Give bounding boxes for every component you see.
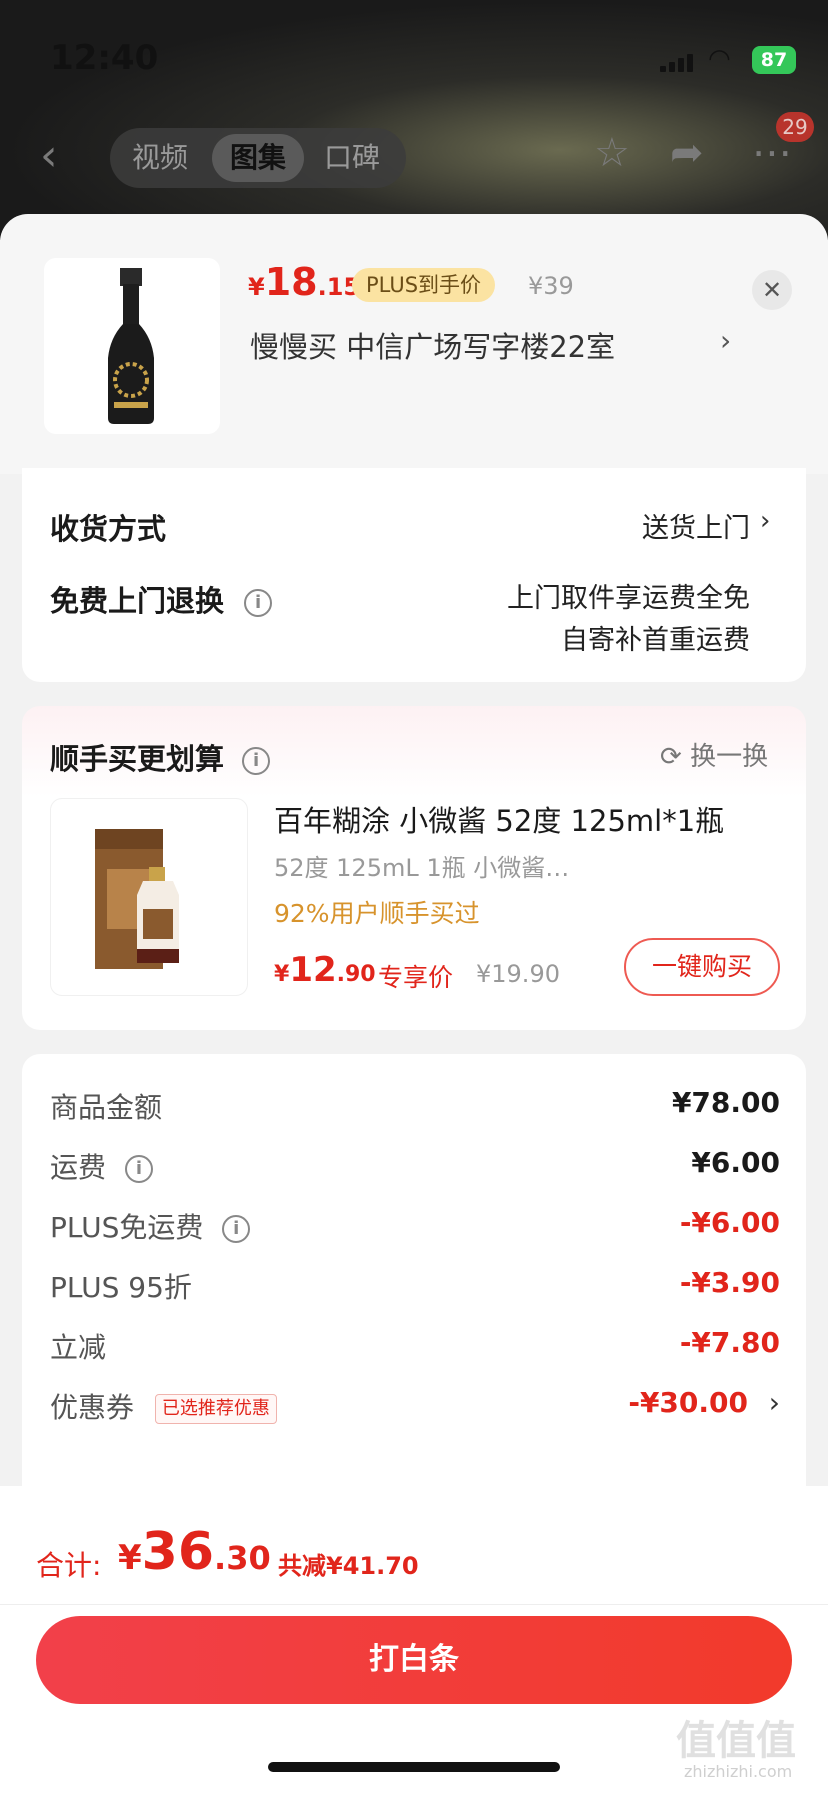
addon-purchase-rate: 92%用户顺手买过 xyxy=(274,899,480,928)
status-time: 12:40 xyxy=(50,38,159,78)
fee-label: 立减 xyxy=(50,1331,107,1364)
home-indicator[interactable] xyxy=(268,1762,560,1772)
tab-reviews[interactable]: 口碑 xyxy=(306,134,398,182)
chevron-right-icon[interactable]: › xyxy=(760,506,770,536)
back-icon[interactable]: ‹ xyxy=(40,130,58,181)
refresh-button[interactable]: ⟳ 换一换 xyxy=(660,736,768,773)
fee-row: 运费 i ¥6.00 xyxy=(50,1146,780,1186)
addon-card: 顺手买更划算 i ⟳ 换一换 百年糊涂 小微酱 52度 125ml*1瓶 52度… xyxy=(22,706,806,1030)
addon-product-spec: 52度 125mL 1瓶 小微酱… xyxy=(274,854,570,882)
share-icon[interactable]: ➦ xyxy=(670,130,704,176)
exclusive-price-label: 专享价 xyxy=(378,963,454,992)
addon-product-name[interactable]: 百年糊涂 小微酱 52度 125ml*1瓶 xyxy=(274,798,724,840)
watermark-logo: 值值值 xyxy=(676,1718,796,1764)
pay-button[interactable]: 打白条 xyxy=(36,1616,792,1704)
total-savings: 共减¥41.70 xyxy=(278,1552,419,1580)
free-return-label: 免费上门退换 i xyxy=(50,578,273,620)
info-icon[interactable]: i xyxy=(124,1155,153,1183)
fee-row: 商品金额 ¥78.00 xyxy=(50,1086,780,1126)
battery-icon: 87 xyxy=(752,46,796,74)
addon-original-price: ¥19.90 xyxy=(476,960,560,988)
star-icon[interactable]: ☆ xyxy=(594,130,630,176)
fee-row: PLUS 95折 -¥3.90 xyxy=(50,1266,780,1306)
fee-label: 运费 i xyxy=(50,1146,153,1186)
total-label: 合计: xyxy=(36,1549,102,1582)
delivery-card: 收货方式 送货上门 › 免费上门退换 i 上门取件享运费全免 自寄补首重运费 xyxy=(22,468,806,682)
fee-row: PLUS免运费 i -¥6.00 xyxy=(50,1206,780,1246)
coupon-tag: 已选推荐优惠 xyxy=(154,1394,277,1424)
return-line2: 自寄补首重运费 xyxy=(561,625,750,656)
delivery-address[interactable]: 慢慢买 中信广场写字楼22室 xyxy=(250,324,615,366)
chevron-right-icon[interactable]: › xyxy=(769,1386,780,1419)
chevron-right-icon[interactable]: › xyxy=(720,324,731,357)
product-summary: ¥18.15 PLUS到手价 ¥39 ✕ 慢慢买 中信广场写字楼22室 › xyxy=(0,214,828,474)
divider xyxy=(0,1604,828,1605)
coupon-row[interactable]: 优惠券 已选推荐优惠 -¥30.00 › xyxy=(50,1386,780,1426)
fee-amount: ¥78.00 xyxy=(671,1086,780,1119)
return-line1: 上门取件享运费全免 xyxy=(507,583,750,614)
addon-product-image[interactable] xyxy=(50,798,248,996)
fee-label: 优惠券 已选推荐优惠 xyxy=(50,1386,277,1426)
message-badge: 29 xyxy=(776,112,814,142)
fee-amount: ¥6.00 xyxy=(691,1146,780,1179)
fee-label: PLUS免运费 i xyxy=(50,1206,251,1246)
one-click-buy-button[interactable]: 一键购买 xyxy=(624,938,780,996)
tab-gallery[interactable]: 图集 xyxy=(212,134,304,182)
total-price: ¥36.30 xyxy=(118,1522,271,1582)
addon-price: ¥12.90 xyxy=(274,950,376,990)
product-thumbnail xyxy=(44,258,220,434)
addon-title: 顺手买更划算 i xyxy=(50,736,271,778)
info-icon[interactable]: i xyxy=(242,747,271,775)
product-price: ¥18.15 xyxy=(248,260,361,304)
fee-amount: -¥6.00 xyxy=(679,1206,780,1239)
fee-label: PLUS 95折 xyxy=(50,1271,192,1304)
wifi-icon: ◠ xyxy=(708,44,731,74)
checkout-bar: 合计: ¥36.30 共减¥41.70 打白条 值值值 zhizhizhi.co… xyxy=(0,1486,828,1793)
fee-row: 立减 -¥7.80 xyxy=(50,1326,780,1366)
fee-amount: -¥30.00 xyxy=(628,1386,748,1419)
signal-icon xyxy=(660,52,696,72)
original-price: ¥39 xyxy=(528,272,574,300)
delivery-method-label: 收货方式 xyxy=(50,512,167,546)
fee-amount: -¥3.90 xyxy=(679,1266,780,1299)
media-tabs: 视频 图集 口碑 xyxy=(110,128,406,188)
delivery-method-value[interactable]: 送货上门 xyxy=(642,506,750,545)
watermark-url: zhizhizhi.com xyxy=(684,1762,793,1781)
info-icon[interactable]: i xyxy=(244,589,273,617)
close-icon[interactable]: ✕ xyxy=(752,270,792,310)
info-icon[interactable]: i xyxy=(222,1215,251,1243)
fee-label: 商品金额 xyxy=(50,1091,163,1124)
top-nav: ‹ 视频 图集 口碑 ☆ ➦ ⋯ 29 xyxy=(0,112,828,194)
refresh-icon: ⟳ xyxy=(660,742,682,772)
tab-video[interactable]: 视频 xyxy=(114,134,206,182)
fee-breakdown-card: 商品金额 ¥78.00 运费 i ¥6.00 PLUS免运费 i -¥6.00 … xyxy=(22,1054,806,1494)
status-bar: 12:40 ◠ 87 xyxy=(0,0,828,110)
fee-amount: -¥7.80 xyxy=(679,1326,780,1359)
plus-price-tag: PLUS到手价 xyxy=(352,268,496,302)
